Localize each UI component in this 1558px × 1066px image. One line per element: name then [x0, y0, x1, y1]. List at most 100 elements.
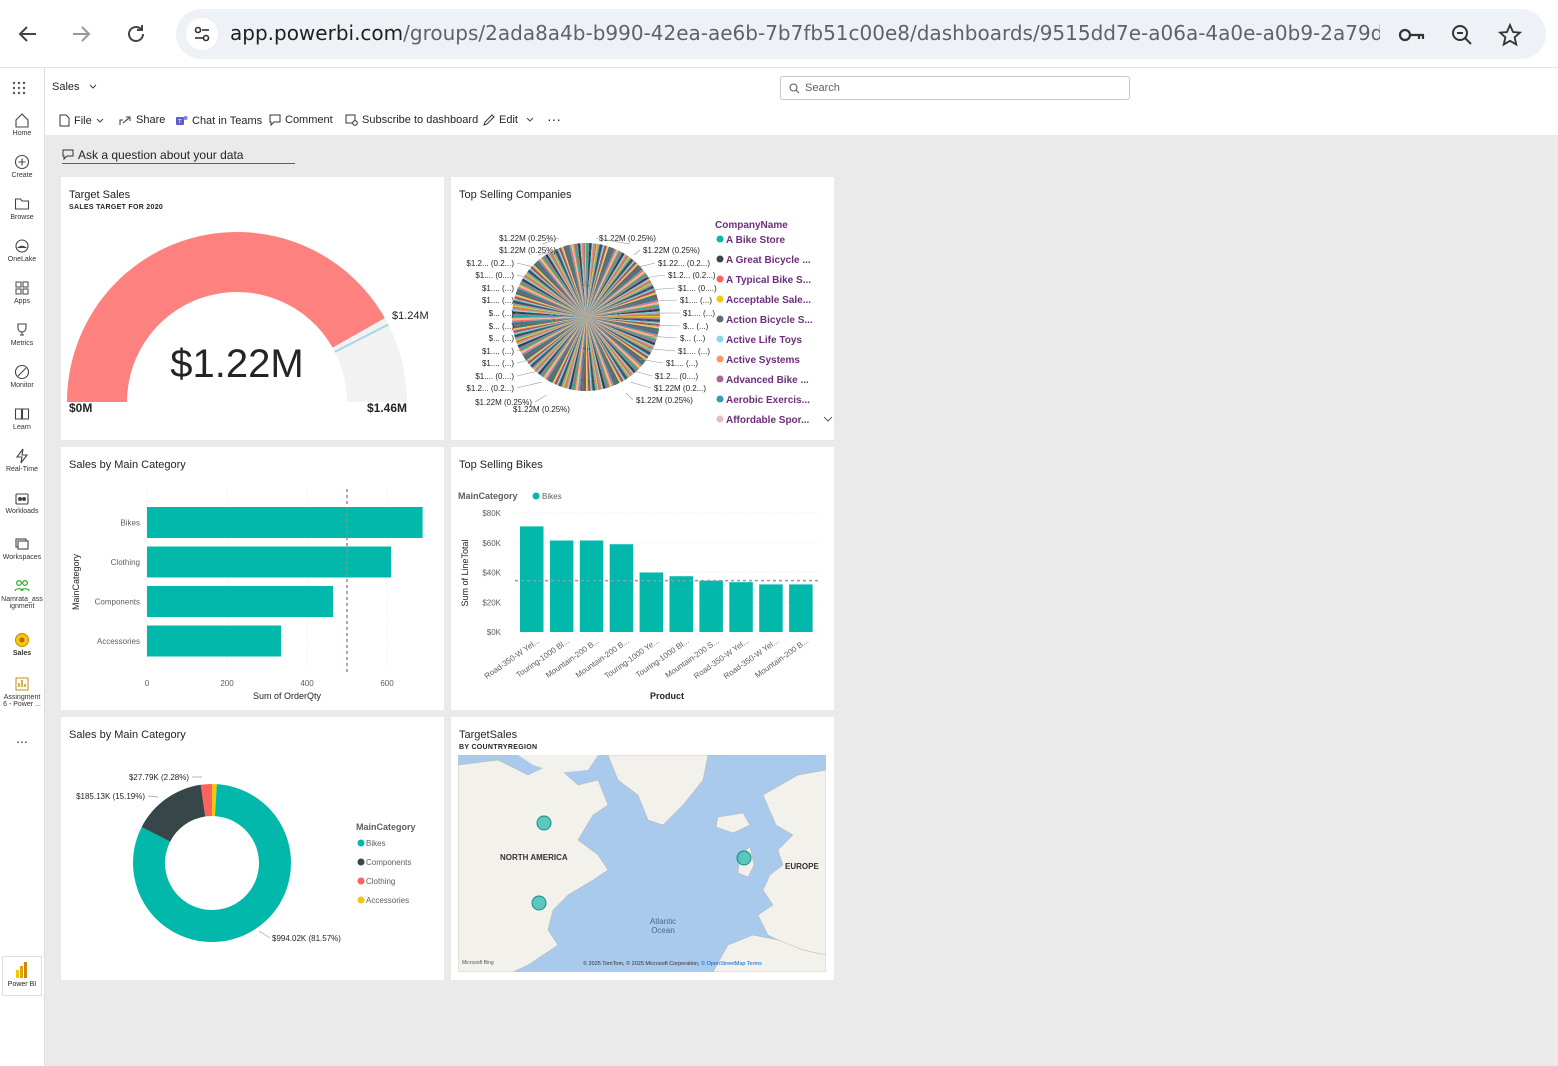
- bar[interactable]: [729, 582, 753, 632]
- folder-icon: [14, 198, 30, 210]
- pie-data-label: $1.2... (0....): [655, 372, 698, 381]
- sidebar-item-namrata-assignment[interactable]: Namrata_ass ignment: [0, 578, 44, 610]
- bar[interactable]: [147, 625, 281, 657]
- reload-icon: [128, 25, 144, 42]
- sidebar-more-button[interactable]: ...: [0, 730, 44, 746]
- map-visual[interactable]: NORTH AMERICA EUROPE Atlantic Ocean Micr…: [458, 755, 826, 972]
- bar[interactable]: [609, 544, 634, 632]
- pie-data-label: $1.22M (0.25%): [636, 396, 693, 405]
- bar[interactable]: [789, 584, 813, 632]
- bar[interactable]: [147, 586, 333, 617]
- legend-item[interactable]: Action Bicycle S...: [726, 315, 813, 326]
- sidebar-item-sales[interactable]: Sales: [0, 632, 44, 657]
- legend-item[interactable]: Active Life Toys: [726, 335, 802, 346]
- back-button[interactable]: [12, 18, 44, 50]
- legend-item[interactable]: Bikes: [366, 839, 386, 848]
- svg-text:T: T: [178, 120, 182, 126]
- bar[interactable]: [759, 584, 783, 632]
- legend-item[interactable]: A Typical Bike S...: [726, 275, 811, 286]
- map-bubble-usa[interactable]: [531, 895, 547, 911]
- bar[interactable]: [669, 576, 694, 632]
- sidebar-item-onelake[interactable]: OneLake: [0, 238, 44, 263]
- sidebar-item-browse[interactable]: Browse: [0, 196, 44, 221]
- share-button[interactable]: Share: [119, 114, 165, 126]
- back-arrow-icon: [18, 26, 36, 42]
- powerbi-logo[interactable]: Power BI: [2, 956, 42, 996]
- x-axis-title: Sum of OrderQty: [253, 691, 322, 701]
- bar[interactable]: [147, 507, 423, 538]
- pie-data-label: $... (...): [489, 309, 515, 318]
- bar[interactable]: [579, 540, 604, 632]
- sidebar-item-label: Assingment: [3, 694, 41, 701]
- more-options-button[interactable]: ···: [547, 111, 561, 127]
- workspace-name: Sales: [52, 81, 80, 93]
- chat-bubble-icon: [62, 149, 74, 160]
- url-text[interactable]: app.powerbi.com/groups/2ada8a4b-b990-42e…: [230, 21, 1380, 45]
- legend-item[interactable]: Accessories: [366, 896, 409, 905]
- zoom-button[interactable]: [1448, 21, 1476, 49]
- top-companies-tile[interactable]: Top Selling Companies $1.22M (0.25%) $1.2…: [451, 177, 834, 440]
- left-nav: Home Create Browse OneLake Apps Metrics Monito…: [0, 68, 45, 1066]
- qna-box[interactable]: Ask a question about your data: [62, 146, 295, 164]
- sidebar-item-apps[interactable]: Apps: [0, 280, 44, 305]
- sidebar-item-metrics[interactable]: Metrics: [0, 322, 44, 347]
- comment-button[interactable]: Comment: [269, 114, 333, 126]
- edit-menu[interactable]: Edit: [483, 114, 534, 126]
- bar[interactable]: [520, 526, 544, 632]
- bar[interactable]: [147, 546, 391, 578]
- search-icon: [789, 83, 800, 94]
- chat-in-teams-button[interactable]: T Chat in Teams: [175, 114, 262, 127]
- workspace-breadcrumb[interactable]: Sales: [52, 81, 97, 93]
- sidebar-item-assingment-6-power-[interactable]: Assingment 6 - Power ...: [0, 676, 44, 708]
- qna-placeholder: Ask a question about your data: [78, 147, 244, 162]
- x-tick-label: 200: [220, 679, 234, 688]
- legend-item[interactable]: Bikes: [542, 492, 562, 501]
- legend-item[interactable]: A Great Bicycle ...: [726, 255, 811, 266]
- sidebar-item-monitor[interactable]: Monitor: [0, 364, 44, 389]
- bar[interactable]: [549, 540, 574, 632]
- sidebar-item-home[interactable]: Home: [0, 112, 44, 137]
- legend-item[interactable]: Aerobic Exercis...: [726, 395, 810, 406]
- share-label: Share: [136, 114, 166, 126]
- sales-by-category-donut-tile[interactable]: Sales by Main Category $994.02K (81.57%)…: [61, 717, 444, 980]
- map-bubble-uk[interactable]: [736, 850, 752, 866]
- forward-button[interactable]: [65, 18, 97, 50]
- legend-item[interactable]: Affordable Spor...: [726, 415, 810, 426]
- legend-item[interactable]: Acceptable Sale...: [726, 295, 811, 306]
- address-bar[interactable]: app.powerbi.com/groups/2ada8a4b-b990-42e…: [176, 9, 1546, 59]
- legend-item[interactable]: Active Systems: [726, 355, 800, 366]
- legend-item[interactable]: A Bike Store: [726, 235, 786, 246]
- bookmark-button[interactable]: [1496, 21, 1524, 49]
- dashboard-toolbar: File Share T Chat in Teams Comment Subsc…: [45, 108, 1558, 136]
- subscribe-button[interactable]: Subscribe to dashboard: [345, 114, 478, 126]
- legend-item[interactable]: Components: [366, 858, 411, 867]
- sidebar-item-workloads[interactable]: Workloads: [0, 490, 44, 515]
- password-key-button[interactable]: [1398, 21, 1426, 49]
- osm-link[interactable]: © OpenStreetMap: [701, 960, 745, 967]
- target-sales-tile[interactable]: Target Sales SALES TARGET FOR 2020 $1.22…: [61, 177, 444, 440]
- pie-data-label: $1.22... (0.2...): [658, 259, 710, 268]
- pie-data-label: $1.... (...): [666, 359, 698, 368]
- terms-link[interactable]: Terms: [747, 961, 762, 967]
- y-tick-label: $80K: [482, 509, 501, 518]
- target-sales-map-tile[interactable]: TargetSales BY COUNTRYREGION NORTH AMERI…: [451, 717, 834, 980]
- sidebar-item-real-time[interactable]: Real-Time: [0, 448, 44, 473]
- search-input[interactable]: Search: [780, 76, 1130, 100]
- legend-item[interactable]: Advanced Bike ...: [726, 375, 809, 386]
- x-tick-label: Touring-1000 Bl...: [515, 636, 572, 679]
- legend-item[interactable]: Clothing: [366, 877, 395, 886]
- sidebar-item-workspaces[interactable]: Workspaces: [0, 536, 44, 561]
- top-bikes-tile[interactable]: Top Selling Bikes MainCategory Bikes $0K $2…: [451, 447, 834, 710]
- home-icon: [15, 113, 29, 128]
- map-bubble-canada[interactable]: [536, 815, 552, 831]
- sidebar-item-create[interactable]: Create: [0, 154, 44, 179]
- legend-scroll-icon[interactable]: [823, 416, 833, 422]
- donut-leader-line: [147, 795, 159, 798]
- app-launcher-icon[interactable]: [12, 81, 26, 95]
- file-menu[interactable]: File: [59, 114, 104, 127]
- sales-by-category-bar-tile[interactable]: Sales by Main Category 0 200 400 600 Bikes Cl…: [61, 447, 444, 710]
- bar[interactable]: [699, 580, 723, 632]
- reload-button[interactable]: [120, 18, 152, 50]
- site-settings-button[interactable]: [186, 18, 218, 50]
- sidebar-item-learn[interactable]: Learn: [0, 406, 44, 431]
